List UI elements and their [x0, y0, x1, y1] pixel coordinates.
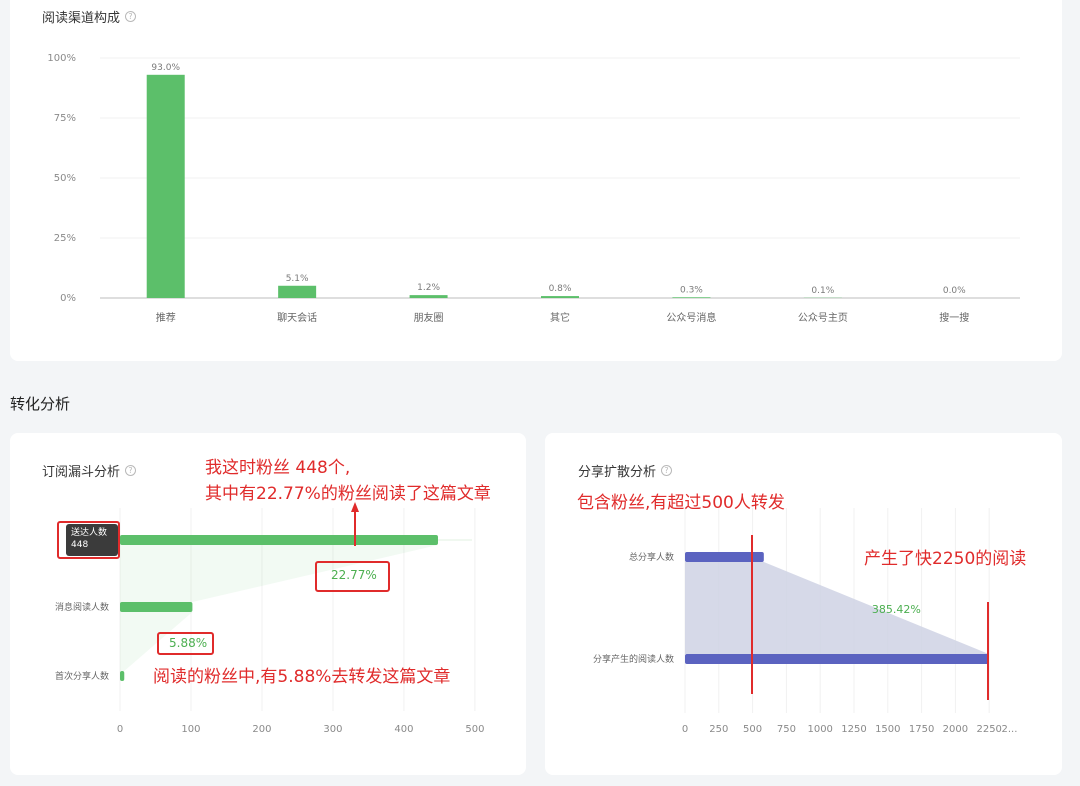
- annotation-funnel-top-2: 其中有22.77%的粉丝阅读了这篇文章: [205, 484, 491, 504]
- y-category-label: 总分享人数: [629, 551, 674, 563]
- section-title: 转化分析: [10, 395, 71, 413]
- x-tick-label: 公众号消息: [666, 311, 716, 324]
- x-tick-label: 其它: [550, 311, 570, 324]
- share-diffusion-card: 分享扩散分析 ? 0 250 500 750 1000 1250 1500 1750 2000 2…: [545, 433, 1062, 775]
- funnel-bar: [120, 535, 438, 545]
- x-tick-label: 朋友圈: [414, 311, 444, 324]
- x-tick-label: 300: [323, 724, 342, 735]
- funnel-bar: [120, 602, 193, 612]
- annotation-funnel-top-1: 我这时粉丝 448个,: [205, 458, 351, 478]
- bar: [146, 74, 185, 298]
- tooltip-label: 送达人数: [71, 528, 108, 538]
- y-category-label: 分享产生的阅读人数: [593, 653, 674, 665]
- x-tick-label: 1750: [909, 724, 934, 735]
- x-tick-label: 公众号主页: [798, 312, 848, 324]
- share-bar: [685, 654, 989, 664]
- share-chart: 0 250 500 750 1000 1250 1500 1750 2000 2250 2... 总分…: [593, 508, 1018, 735]
- x-tick-label: 搜一搜: [939, 311, 969, 324]
- bar: [409, 295, 448, 298]
- conversion-label: 385.42%: [872, 603, 921, 616]
- y-category-label: 首次分享人数: [55, 670, 109, 682]
- bar-value-label: 0.1%: [811, 286, 834, 296]
- y-tick-label: 50%: [54, 173, 76, 184]
- x-tick-label: 聊天会话: [277, 311, 317, 324]
- y-category-label: 消息阅读人数: [55, 601, 109, 613]
- diffusion-area: [685, 562, 989, 654]
- annotation-share-left: 包含粉丝,有超过500人转发: [577, 493, 785, 513]
- x-tick-label: 200: [252, 724, 271, 735]
- share-bar: [685, 552, 764, 562]
- x-tick-label: 500: [465, 724, 484, 735]
- funnel-tooltip: 送达人数 448: [66, 524, 118, 556]
- y-tick-label: 75%: [54, 113, 76, 124]
- x-tick-label: 250: [709, 724, 728, 735]
- x-tick-label: 1250: [841, 724, 866, 735]
- x-tick-label: 500: [743, 724, 762, 735]
- y-tick-label: 0%: [60, 293, 76, 304]
- bar-value-label: 5.1%: [286, 274, 309, 284]
- x-tick-label: 100: [181, 724, 200, 735]
- funnel-bar: [120, 671, 125, 681]
- bar: [672, 297, 711, 298]
- annotation-funnel-bottom: 阅读的粉丝中,有5.88%去转发这篇文章: [153, 667, 451, 687]
- x-tick-label: 2000: [943, 724, 968, 735]
- y-tick-label: 25%: [54, 233, 76, 244]
- reading-channels-chart: 0% 25% 50% 75% 100% 93.0% 推荐 5.1% 聊天会话 1.2% 朋友圈 0.8…: [47, 53, 1020, 324]
- bar-value-label: 0.8%: [549, 284, 572, 294]
- reading-channels-card: 阅读渠道构成 ? 0% 25% 50% 75% 100% 93.0% 推荐 5.1% 聊天会话 1…: [10, 0, 1062, 361]
- bar-value-label: 1.2%: [417, 283, 440, 293]
- x-tick-label: 1500: [875, 724, 900, 735]
- bar-value-label: 0.0%: [943, 286, 966, 296]
- annotation-box1-label: 22.77%: [331, 568, 377, 582]
- bar: [278, 285, 317, 298]
- bar-value-label: 93.0%: [151, 63, 180, 73]
- x-tick-label: 2...: [1002, 724, 1018, 735]
- tooltip-value: 448: [71, 540, 89, 550]
- x-tick-label: 0: [682, 724, 688, 735]
- bar-value-label: 0.3%: [680, 285, 703, 295]
- x-tick-label: 0: [117, 724, 123, 735]
- x-tick-label: 2250: [976, 724, 1001, 735]
- annotation-box2-label: 5.88%: [169, 636, 208, 650]
- annotation-share-right: 产生了快2250的阅读: [864, 549, 1027, 569]
- x-tick-label: 750: [777, 724, 796, 735]
- y-tick-label: 100%: [47, 53, 76, 64]
- x-tick-label: 1000: [807, 724, 832, 735]
- x-tick-label: 推荐: [156, 311, 176, 324]
- x-tick-label: 400: [394, 724, 413, 735]
- bar: [541, 296, 579, 298]
